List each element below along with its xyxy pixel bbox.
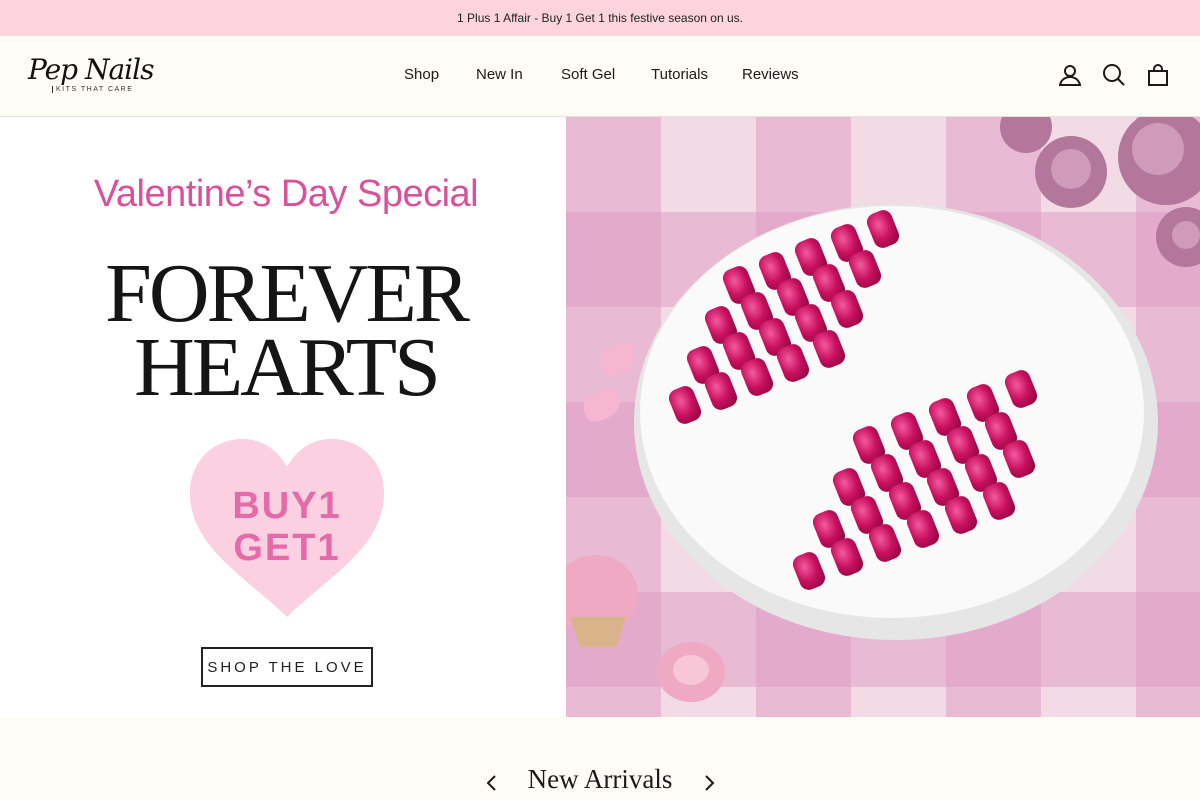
logo-tagline: KITS THAT CARE (52, 86, 133, 93)
shop-the-love-button[interactable]: SHOP THE LOVE (201, 647, 373, 687)
hero-text-panel: Valentine’s Day Special FOREVER HEARTS B… (0, 117, 566, 717)
logo[interactable]: Pep Nails KITS THAT CARE (28, 54, 154, 98)
hero-banner[interactable]: Valentine’s Day Special FOREVER HEARTS B… (0, 117, 1200, 717)
section-title: New Arrivals (527, 764, 673, 794)
search-icon[interactable] (1102, 63, 1126, 87)
offer-line1: BUY1 (232, 485, 342, 527)
hero-title: FOREVER HEARTS (0, 247, 572, 414)
cart-icon[interactable] (1146, 63, 1170, 87)
hero-title-line1: FOREVER (105, 247, 470, 340)
hero-product-image (566, 117, 1200, 717)
site-header: Pep Nails KITS THAT CARE Shop New In Sof… (0, 36, 1200, 117)
main-nav: Shop New In Soft Gel Tutorials Reviews (0, 36, 1200, 116)
new-arrivals-header: New Arrivals (0, 752, 1200, 800)
nav-shop[interactable]: Shop (404, 66, 439, 83)
nails-on-plate-illustration (566, 117, 1200, 702)
nav-new-in[interactable]: New In (476, 66, 523, 83)
hero-subtitle: Valentine’s Day Special (93, 173, 479, 215)
nav-reviews[interactable]: Reviews (742, 66, 799, 83)
logo-script: Pep Nails (28, 53, 154, 86)
announcement-bar: 1 Plus 1 Affair - Buy 1 Get 1 this festi… (0, 0, 1200, 36)
nav-tutorials[interactable]: Tutorials (651, 66, 708, 83)
account-icon[interactable] (1058, 63, 1082, 87)
announcement-text: 1 Plus 1 Affair - Buy 1 Get 1 this festi… (457, 11, 743, 25)
offer-line2: GET1 (233, 527, 341, 569)
nav-soft-gel[interactable]: Soft Gel (561, 66, 615, 83)
chevron-right-icon[interactable] (698, 772, 720, 794)
offer-text: BUY1 GET1 (186, 485, 388, 569)
hero-title-line2: HEARTS (134, 321, 441, 414)
